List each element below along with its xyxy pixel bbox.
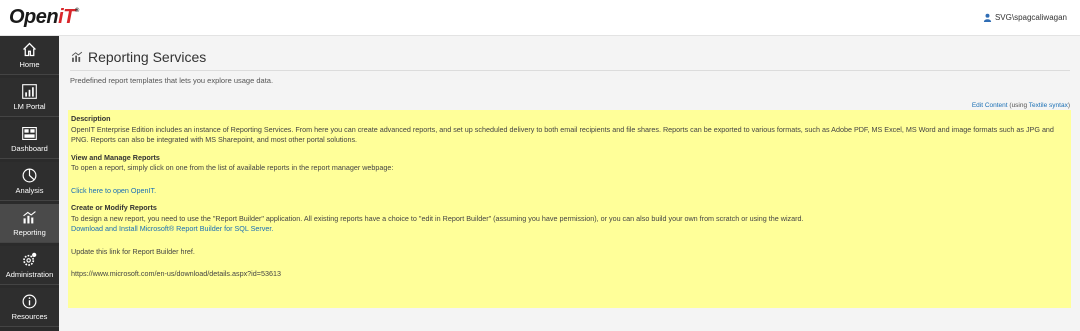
- edit-content-link[interactable]: Edit Content: [972, 102, 1008, 109]
- logo-accent: iT: [58, 6, 75, 28]
- microsoft-url-text: https://www.microsoft.com/en-us/download…: [71, 269, 281, 278]
- dashboard-icon: [22, 126, 37, 141]
- sidebar-item-home[interactable]: Home: [0, 36, 59, 75]
- create-modify-text: To design a new report, you need to use …: [71, 213, 804, 223]
- sidebar-nav: Home LM Portal Dashboard Analysis Report…: [0, 36, 59, 331]
- logo-text: Open: [9, 6, 59, 28]
- report-builder-download-link[interactable]: Download and Install Microsoft® Report B…: [71, 224, 273, 233]
- reporting-icon: [23, 211, 36, 224]
- username-label: SVG\spagcaliwagan: [994, 13, 1067, 22]
- view-manage-text: To open a report, simply click on one fr…: [71, 163, 394, 172]
- analysis-icon: [22, 168, 37, 183]
- reporting-icon: [71, 51, 83, 62]
- edit-suffix-open: (using: [1007, 102, 1029, 109]
- page-subtitle: Predefined report templates that lets yo…: [70, 76, 274, 85]
- update-note: Update this link for Report Builder href…: [71, 246, 195, 256]
- sidebar-item-lm-portal[interactable]: LM Portal: [0, 78, 59, 117]
- sidebar-item-label: Administration: [5, 270, 54, 279]
- page-title-text: Reporting Services: [88, 49, 207, 65]
- sidebar-item-label: Analysis: [15, 186, 44, 195]
- sidebar-item-label: Reporting: [13, 228, 46, 237]
- sidebar-item-label: Resources: [11, 312, 48, 321]
- main-content: Reporting Services Predefined report tem…: [59, 36, 1080, 331]
- sidebar-item-analysis[interactable]: Analysis: [0, 162, 59, 201]
- home-icon: [23, 42, 36, 57]
- sidebar-item-dashboard[interactable]: Dashboard: [0, 120, 59, 159]
- sidebar-item-label: Home: [19, 60, 40, 69]
- sidebar-item-administration[interactable]: Administration: [0, 246, 59, 285]
- bar-chart-icon: [22, 84, 37, 99]
- sidebar-item-resources[interactable]: Resources: [0, 288, 59, 327]
- content-panel: Description OpenIT Enterprise Edition in…: [68, 110, 1071, 308]
- textile-syntax-link[interactable]: Textile syntax: [1029, 102, 1068, 109]
- user-menu[interactable]: SVG\spagcaliwagan: [983, 13, 1067, 22]
- open-openit-link[interactable]: Click here to open OpenIT.: [71, 186, 156, 195]
- view-manage-heading: View and Manage Reports: [71, 152, 160, 162]
- create-modify-heading: Create or Modify Reports: [71, 203, 157, 212]
- title-divider: [70, 70, 1070, 71]
- gear-icon: [23, 252, 37, 266]
- info-icon: [22, 294, 37, 309]
- logo-trademark: ®: [74, 8, 79, 14]
- page-title: Reporting Services: [70, 49, 206, 65]
- edit-suffix-close: ): [1067, 102, 1070, 109]
- description-heading: Description: [71, 114, 111, 123]
- sidebar-item-label: LM Portal: [13, 102, 46, 111]
- top-header: OpeniT® SVG\spagcaliwagan: [0, 0, 1080, 36]
- sidebar-item-reporting[interactable]: Reporting: [0, 204, 59, 243]
- user-icon: [983, 13, 992, 22]
- edit-content-row: Edit Content (using Textile syntax): [972, 102, 1070, 109]
- description-text: OpenIT Enterprise Edition includes an in…: [71, 124, 1054, 145]
- openit-logo[interactable]: OpeniT®: [9, 6, 79, 29]
- sidebar-item-label: Dashboard: [11, 144, 48, 153]
